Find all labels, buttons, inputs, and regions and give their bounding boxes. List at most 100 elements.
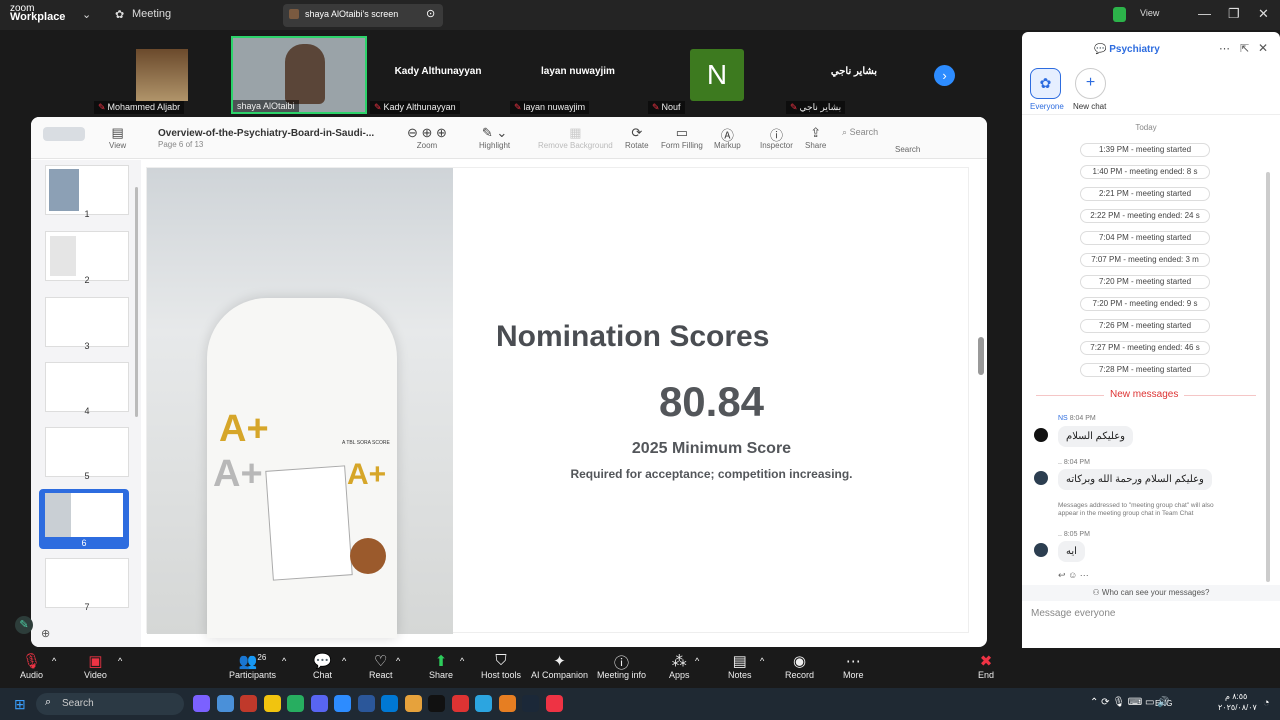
chat-message[interactable]: وعليكم السلام ورحمة الله وبركاته	[1058, 469, 1212, 490]
taskbar-app-icon[interactable]	[545, 695, 563, 712]
markup-tool[interactable]: Ⓐ Markup	[714, 125, 741, 150]
taskbar-app-icon[interactable]	[263, 695, 281, 712]
thumbnail-scrollbar[interactable]	[135, 187, 138, 417]
next-page-icon[interactable]: ›	[934, 65, 955, 86]
taskbar-search[interactable]: ⌕ Search	[36, 693, 184, 715]
popout-icon[interactable]: ⇱	[1240, 42, 1249, 55]
participant-tile[interactable]: N ✎ Nouf	[648, 36, 784, 114]
everyone-icon[interactable]: ✿	[1030, 68, 1061, 99]
more-icon[interactable]: ⋯	[1219, 42, 1230, 55]
ai-companion-button[interactable]: ✦ AI Companion	[531, 652, 588, 680]
page-thumbnail[interactable]	[45, 297, 129, 347]
view-button[interactable]: View	[1140, 8, 1159, 18]
add-page-icon[interactable]: ⊕	[41, 627, 50, 640]
share-tool[interactable]: ⇪ Share	[805, 125, 826, 150]
taskbar-app-icon[interactable]	[475, 695, 492, 712]
message-input[interactable]: Message everyone	[1031, 608, 1116, 619]
chat-message[interactable]: وعليكم السلام	[1058, 426, 1133, 447]
lab-coat-image: A+ A+ A+ A TBL SORA SCORE	[147, 168, 453, 638]
taskbar-app-icon[interactable]	[522, 695, 539, 712]
end-button[interactable]: ✖ End	[978, 652, 994, 680]
chat-message[interactable]: ايه	[1058, 541, 1085, 562]
participant-tile-active[interactable]: shaya AlOtaibi	[231, 36, 367, 114]
chevron-up-icon[interactable]: ^	[282, 656, 286, 666]
participant-label: Kady Althunayyan	[394, 66, 482, 77]
chevron-up-icon[interactable]: ^	[396, 656, 400, 666]
taskbar-app-icon[interactable]	[428, 695, 445, 712]
apps-button[interactable]: ⁂ Apps	[669, 652, 690, 680]
annotate-icon[interactable]: ✎	[15, 616, 33, 634]
chevron-up-icon[interactable]: ^	[118, 656, 122, 666]
chevron-up-icon[interactable]: ^	[342, 656, 346, 666]
chat-scrollbar[interactable]	[1266, 172, 1270, 582]
message-actions[interactable]: ↩ ☺ ⋯	[1058, 570, 1089, 581]
page-thumbnail[interactable]	[45, 362, 129, 412]
participant-tile[interactable]: layan nuwayjim ✎ layan nuwayjim	[510, 36, 646, 114]
search-field[interactable]: ⌕ Search	[842, 127, 878, 138]
participant-tile[interactable]: Kady Althunayyan ✎ Kady Althunayyan	[370, 36, 506, 114]
meeting-info-button[interactable]: ⓘ Meeting info	[597, 652, 646, 680]
screen-share-tab[interactable]: shaya AlOtaibi's screen ⊙	[283, 4, 443, 27]
close-icon[interactable]: ✕	[1258, 6, 1269, 22]
privacy-notice[interactable]: ⚇ Who can see your messages?	[1022, 585, 1280, 601]
everyone-tab[interactable]: Everyone	[1030, 102, 1064, 111]
page-thumbnail[interactable]	[45, 165, 129, 215]
tray-icons[interactable]: ⌃ ⟳ 🎙 ⌨ ▭ 🔊	[1090, 697, 1170, 708]
shield-icon[interactable]	[1113, 7, 1126, 22]
taskbar-app-icon[interactable]	[287, 695, 304, 712]
chevron-down-icon[interactable]: ⌄	[82, 8, 91, 21]
close-icon[interactable]: ✕	[1258, 41, 1268, 55]
notification-icon[interactable]: ◔	[1263, 697, 1270, 709]
react-button[interactable]: ♡ React	[369, 652, 393, 680]
slide-description: Required for acceptance; competition inc…	[570, 467, 853, 481]
taskbar-app-icon[interactable]	[240, 695, 257, 712]
audio-button[interactable]: 🎙 Audio	[20, 652, 43, 680]
chevron-up-icon[interactable]: ^	[695, 656, 699, 666]
document-scrollbar[interactable]	[978, 337, 984, 375]
chevron-up-icon[interactable]: ^	[52, 656, 56, 666]
page-thumbnail-selected[interactable]: 6	[39, 489, 129, 549]
record-button[interactable]: ◉ Record	[785, 652, 814, 680]
clock-time[interactable]: ٨:٥٥ م	[1225, 692, 1247, 701]
video-button[interactable]: ▣ Video	[84, 652, 107, 680]
form-filling-tool[interactable]: ▭ Form Filling	[661, 125, 703, 150]
chat-button[interactable]: 💬 Chat	[313, 652, 332, 680]
new-chat-label[interactable]: New chat	[1073, 102, 1106, 111]
participant-tile[interactable]: ✎ Mohammed Aljabr	[94, 36, 230, 114]
more-button[interactable]: ⋯ More	[843, 652, 864, 680]
maximize-icon[interactable]: ❐	[1228, 6, 1240, 22]
more-icon[interactable]: ⊙	[426, 7, 435, 20]
inspector-tool[interactable]: ⓘ Inspector	[760, 125, 793, 150]
taskbar-app-icon[interactable]	[357, 695, 375, 712]
chevron-up-icon[interactable]: ^	[760, 656, 764, 666]
taskbar-app-icon[interactable]	[498, 695, 516, 712]
new-chat-icon[interactable]: +	[1075, 68, 1106, 99]
windows-start-icon[interactable]: ⊞	[14, 696, 26, 713]
taskbar-app-icon[interactable]	[404, 695, 422, 712]
participant-tile[interactable]: بشاير ناجي ✎ بشاير ناجي	[786, 36, 922, 114]
taskbar-app-icon[interactable]	[381, 695, 398, 712]
page-thumbnail[interactable]	[45, 427, 129, 477]
participants-button[interactable]: 👥26 Participants	[229, 652, 276, 680]
taskbar-app-icon[interactable]	[216, 695, 234, 712]
taskbar-app-icon[interactable]	[334, 695, 351, 712]
taskbar-app-icon[interactable]	[451, 695, 469, 712]
zoom-tool[interactable]: ⊖ ⊕ ⊕ Zoom	[395, 125, 459, 150]
taskbar-app-icon[interactable]	[193, 695, 210, 712]
taskbar-app-icon[interactable]	[310, 695, 328, 712]
meeting-label[interactable]: Meeting	[132, 8, 171, 20]
rotate-tool[interactable]: ⟳ Rotate	[625, 125, 649, 150]
view-tool[interactable]: ▤ View	[109, 125, 126, 150]
host-tools-button[interactable]: ⛉ Host tools	[481, 652, 521, 680]
sidebar-toggle-button[interactable]	[43, 127, 85, 141]
highlight-tool[interactable]: ✎ ⌄ Highlight	[479, 125, 510, 150]
notes-button[interactable]: ▤ Notes	[728, 652, 752, 680]
chat-title[interactable]: 💬 Psychiatry	[1094, 44, 1160, 55]
remove-background-tool[interactable]: ▦ Remove Background	[538, 125, 613, 150]
minimize-icon[interactable]: —	[1198, 6, 1211, 21]
page-thumbnail[interactable]	[45, 231, 129, 281]
share-button[interactable]: ⬆ Share	[429, 652, 453, 680]
page-thumbnail[interactable]	[45, 558, 129, 608]
chevron-up-icon[interactable]: ^	[460, 656, 464, 666]
clock-date[interactable]: ٢٠٢٥/٠٨/٠٧	[1218, 703, 1257, 712]
